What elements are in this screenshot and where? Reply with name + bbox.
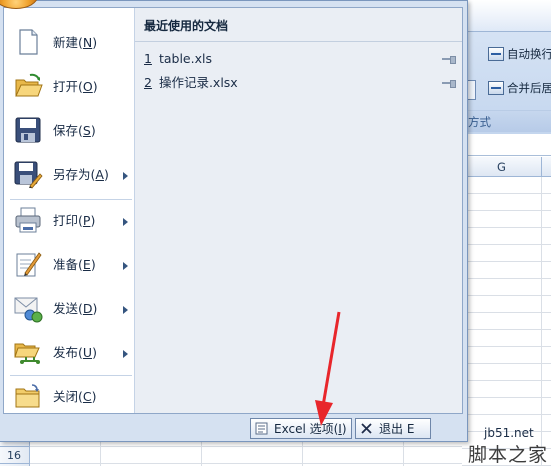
merge-center-label: 合并后居 <box>507 81 551 95</box>
open-folder-icon <box>15 73 43 97</box>
menu-item-close[interactable]: 关闭(C) <box>4 375 134 419</box>
submenu-arrow-icon <box>123 218 128 226</box>
menu-item-publish-label: 发布 <box>53 345 79 360</box>
menu-item-open-label: 打开 <box>53 79 79 94</box>
pin-icon[interactable] <box>442 56 456 64</box>
menu-item-prepare-label: 准备 <box>53 257 79 272</box>
watermark-site: jb51.net <box>484 426 534 440</box>
recent-document-item[interactable]: 2 操作记录.xlsx <box>135 72 462 94</box>
ribbon-tab-strip <box>462 0 551 32</box>
menu-item-prepare-key: E <box>82 257 91 272</box>
menu-item-print-key: P <box>82 213 91 228</box>
wrap-text-icon <box>488 47 504 61</box>
menu-item-save-label: 保存 <box>53 123 79 138</box>
merge-cells-icon <box>488 81 504 95</box>
menu-item-save-as-key: A <box>95 167 104 182</box>
menu-item-send[interactable]: 发送(D) <box>4 287 134 331</box>
submenu-arrow-icon <box>123 306 128 314</box>
save-floppy-icon <box>15 117 41 143</box>
submenu-arrow-icon <box>123 172 128 180</box>
worksheet-grid[interactable] <box>462 177 551 466</box>
menu-item-print[interactable]: 打印(P) <box>4 199 134 243</box>
menu-commands-pane: 新建(N) 打开(O) 保存(S) 另存为(A) 打印(P) 准备(E) 发送(… <box>4 8 135 413</box>
watermark-brand: 脚本之家 <box>468 444 549 466</box>
options-icon <box>255 422 268 435</box>
merge-center-button[interactable]: 合并后居 <box>488 78 551 98</box>
submenu-arrow-icon <box>123 350 128 358</box>
menu-item-close-key: C <box>82 389 92 404</box>
exit-excel-button[interactable]: 退出 E <box>355 418 431 439</box>
save-as-icon <box>14 161 43 189</box>
menu-item-publish-key: U <box>82 345 93 360</box>
recent-document-name: table.xls <box>158 51 212 66</box>
menu-item-new-key: N <box>82 35 93 50</box>
recent-document-item[interactable]: 1 table.xls <box>135 48 462 70</box>
annotation-arrow-icon <box>315 311 341 426</box>
send-icon <box>14 297 43 323</box>
menu-item-prepare[interactable]: 准备(E) <box>4 243 134 287</box>
menu-item-print-label: 打印 <box>53 213 79 228</box>
wrap-text-button[interactable]: 自动换行 <box>488 44 551 64</box>
recent-documents-title: 最近使用的文档 <box>135 8 462 42</box>
menu-item-open[interactable]: 打开(O) <box>4 65 134 109</box>
alignment-group-label: 方式 <box>462 110 551 132</box>
menu-item-new[interactable]: 新建(N) <box>4 21 134 65</box>
submenu-arrow-icon <box>123 262 128 270</box>
menu-item-save[interactable]: 保存(S) <box>4 109 134 153</box>
recent-document-number: 1 <box>144 51 152 66</box>
recent-document-name: 操作记录.xlsx <box>158 75 238 90</box>
menu-item-save-as[interactable]: 另存为(A) <box>4 153 134 197</box>
pin-icon[interactable] <box>442 80 456 88</box>
menu-item-send-label: 发送 <box>53 301 79 316</box>
printer-icon <box>15 207 41 233</box>
wrap-text-label: 自动换行 <box>507 47 551 61</box>
column-header-g[interactable]: G <box>462 157 542 177</box>
column-headers: G <box>462 157 551 177</box>
row-header-16[interactable]: 16 <box>0 447 30 464</box>
prepare-icon <box>16 252 42 277</box>
recent-document-number: 2 <box>144 75 152 90</box>
exit-excel-label: 退出 E <box>379 422 415 436</box>
menu-item-close-label: 关闭 <box>53 389 79 404</box>
new-document-icon <box>19 29 38 55</box>
menu-item-save-key: S <box>82 123 91 138</box>
office-menu: 新建(N) 打开(O) 保存(S) 另存为(A) 打印(P) 准备(E) 发送(… <box>0 0 468 442</box>
office-menu-footer: Excel 选项(I) 退出 E <box>0 414 468 442</box>
menu-item-new-label: 新建 <box>53 35 79 50</box>
recent-documents-pane: 最近使用的文档 1 table.xls 2 操作记录.xlsx <box>135 8 462 413</box>
publish-icon <box>14 343 40 364</box>
close-icon <box>361 423 372 434</box>
menu-item-save-as-label: 另存为 <box>53 167 91 182</box>
menu-item-send-key: D <box>82 301 93 316</box>
office-menu-body: 新建(N) 打开(O) 保存(S) 另存为(A) 打印(P) 准备(E) 发送(… <box>3 7 463 414</box>
formula-bar[interactable] <box>462 134 551 156</box>
menu-item-open-key: O <box>82 79 93 94</box>
close-folder-icon <box>15 384 40 408</box>
menu-item-publish[interactable]: 发布(U) <box>4 331 134 375</box>
